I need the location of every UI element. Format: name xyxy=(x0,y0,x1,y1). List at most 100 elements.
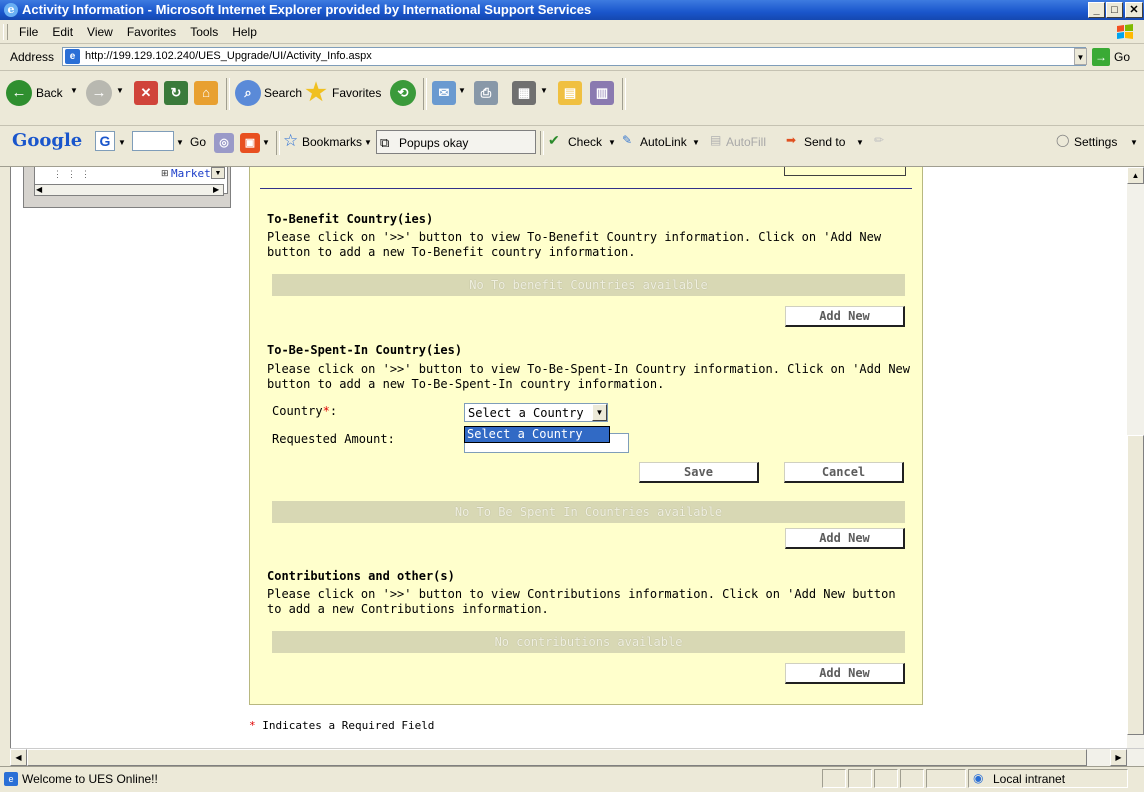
scroll-up-icon[interactable]: ▲ xyxy=(1127,167,1144,184)
tree-dropdown-icon[interactable]: ▼ xyxy=(211,167,225,179)
horizontal-scrollbar[interactable]: ◀ ▶ xyxy=(10,748,1144,766)
vertical-scrollbar[interactable]: ▲ xyxy=(1127,167,1144,748)
address-input[interactable]: e http://199.129.102.240/UES_Upgrade/UI/… xyxy=(62,47,1086,66)
contrib-heading: Contributions and other(s) xyxy=(267,569,455,583)
stop-icon[interactable]: ✕ xyxy=(134,81,158,105)
status-pane xyxy=(900,769,924,788)
bookmarks-dropdown-icon[interactable]: ▼ xyxy=(364,138,372,147)
go-button[interactable]: → Go xyxy=(1092,48,1140,66)
edit-dropdown-icon[interactable]: ▼ xyxy=(540,86,548,95)
google-search-dropdown-icon[interactable]: ▼ xyxy=(176,138,184,147)
menu-view[interactable]: View xyxy=(80,21,120,39)
back-label[interactable]: Back xyxy=(36,86,63,100)
research-icon[interactable]: ▥ xyxy=(590,81,614,105)
section-divider xyxy=(260,188,912,189)
print-icon[interactable]: ⎙ xyxy=(474,81,498,105)
settings-button[interactable]: Settings xyxy=(1074,135,1117,149)
pagerank-dropdown-icon[interactable]: ▼ xyxy=(262,138,270,147)
tree-horizontal-scrollbar[interactable]: ◀ ▶ xyxy=(34,184,224,196)
spent-empty-message: No To Be Spent In Countries available xyxy=(272,501,905,523)
address-dropdown-icon[interactable]: ▼ xyxy=(1074,48,1087,65)
previous-section-button[interactable] xyxy=(784,167,906,176)
scroll-right-icon[interactable]: ▶ xyxy=(213,185,219,194)
news-icon[interactable]: ◎ xyxy=(214,133,234,153)
status-pane xyxy=(874,769,898,788)
sendto-dropdown-icon[interactable]: ▼ xyxy=(856,138,864,147)
menu-help[interactable]: Help xyxy=(225,21,264,39)
back-dropdown-icon[interactable]: ▼ xyxy=(70,86,78,95)
cancel-button[interactable]: Cancel xyxy=(784,462,904,483)
country-select[interactable]: Select a Country ▼ xyxy=(464,403,608,422)
pagerank-icon[interactable]: ▣ xyxy=(240,133,260,153)
back-arrow-icon[interactable]: ← xyxy=(6,80,32,106)
scroll-right-icon[interactable]: ▶ xyxy=(1110,749,1127,766)
forward-arrow-icon[interactable]: → xyxy=(86,80,112,106)
search-icon[interactable]: ⌕ xyxy=(235,80,261,106)
autolink-icon[interactable]: ✎ xyxy=(622,133,632,147)
bookmarks-star-icon[interactable]: ☆ xyxy=(283,131,298,151)
address-label: Address xyxy=(10,50,55,64)
country-option-selected[interactable]: Select a Country xyxy=(465,427,609,442)
sendto-button[interactable]: Send to xyxy=(804,135,845,149)
google-search-icon[interactable]: G xyxy=(95,131,115,151)
spellcheck-icon[interactable]: ✔ xyxy=(548,132,560,149)
autolink-dropdown-icon[interactable]: ▼ xyxy=(692,138,700,147)
edit-icon[interactable]: ▦ xyxy=(512,81,536,105)
menu-file[interactable]: File xyxy=(12,21,45,39)
benefit-add-new-button[interactable]: Add New xyxy=(785,306,905,327)
maximize-button[interactable]: □ xyxy=(1106,2,1123,18)
spent-add-new-button[interactable]: Add New xyxy=(785,528,905,549)
search-label[interactable]: Search xyxy=(264,86,302,100)
address-bar: Address e http://199.129.102.240/UES_Upg… xyxy=(0,44,1144,71)
google-toolbar: Google G ▼ ▼ Go ◎ ▣ ▼ ☆ Bookmarks ▼ ⧉ Po… xyxy=(0,126,1144,167)
address-url: http://199.129.102.240/UES_Upgrade/UI/Ac… xyxy=(85,50,372,62)
spent-heading: To-Be-Spent-In Country(ies) xyxy=(267,343,463,357)
menu-grip xyxy=(3,24,8,40)
highlight-icon: ✏ xyxy=(874,133,885,147)
favorites-star-icon[interactable]: ★ xyxy=(303,80,329,106)
google-go-button[interactable]: Go xyxy=(190,135,206,149)
country-dropdown-list[interactable]: Select a Country xyxy=(464,426,610,443)
menu-tools[interactable]: Tools xyxy=(183,21,225,39)
bookmarks-button[interactable]: Bookmarks xyxy=(302,135,362,149)
forward-dropdown-icon[interactable]: ▼ xyxy=(116,86,124,95)
favorites-label[interactable]: Favorites xyxy=(332,86,381,100)
popups-okay-button[interactable]: ⧉ Popups okay xyxy=(376,130,536,154)
save-button[interactable]: Save xyxy=(639,462,759,483)
vertical-scroll-thumb[interactable] xyxy=(1127,435,1144,735)
history-icon[interactable]: ⟲ xyxy=(390,80,416,106)
sendto-icon[interactable]: ➡ xyxy=(786,133,796,147)
navigation-tree-panel: ⋮ ⋮ ⋮ ⊞ Market ▼ ◀ ▶ xyxy=(23,167,231,208)
contrib-add-new-button[interactable]: Add New xyxy=(785,663,905,684)
menu-favorites[interactable]: Favorites xyxy=(120,21,183,39)
google-search-input[interactable] xyxy=(132,131,174,151)
minimize-button[interactable]: _ xyxy=(1088,2,1105,18)
mail-dropdown-icon[interactable]: ▼ xyxy=(458,86,466,95)
tree-item-market[interactable]: Market xyxy=(171,167,211,180)
security-zone-pane: ◉ Local intranet xyxy=(968,769,1128,788)
required-asterisk: * xyxy=(322,404,330,418)
mail-icon[interactable]: ✉ xyxy=(432,81,456,105)
google-dropdown-icon[interactable]: ▼ xyxy=(118,138,126,147)
check-button[interactable]: Check xyxy=(568,135,602,149)
settings-dropdown-icon[interactable]: ▼ xyxy=(1130,138,1138,147)
autofill-icon: ▤ xyxy=(710,133,722,147)
window-title-bar[interactable]: e Activity Information - Microsoft Inter… xyxy=(0,0,1144,20)
scroll-left-icon[interactable]: ◀ xyxy=(36,185,42,194)
home-icon[interactable]: ⌂ xyxy=(194,81,218,105)
status-pane xyxy=(848,769,872,788)
menu-edit[interactable]: Edit xyxy=(45,21,80,39)
discuss-icon[interactable]: ▤ xyxy=(558,81,582,105)
tree-expand-icon[interactable]: ⊞ xyxy=(161,168,169,179)
scroll-left-icon[interactable]: ◀ xyxy=(10,749,27,766)
settings-icon[interactable]: ◯ xyxy=(1056,133,1069,147)
status-pane xyxy=(822,769,846,788)
country-dropdown-icon[interactable]: ▼ xyxy=(592,404,607,421)
horizontal-scroll-thumb[interactable] xyxy=(27,749,1087,766)
close-button[interactable]: ✕ xyxy=(1125,2,1143,18)
autolink-button[interactable]: AutoLink xyxy=(640,135,687,149)
refresh-icon[interactable]: ↻ xyxy=(164,81,188,105)
page-content: ⋮ ⋮ ⋮ ⊞ Market ▼ ◀ ▶ To-Benefit Country(… xyxy=(10,167,1128,748)
check-dropdown-icon[interactable]: ▼ xyxy=(608,138,616,147)
google-logo[interactable]: Google xyxy=(12,130,82,151)
